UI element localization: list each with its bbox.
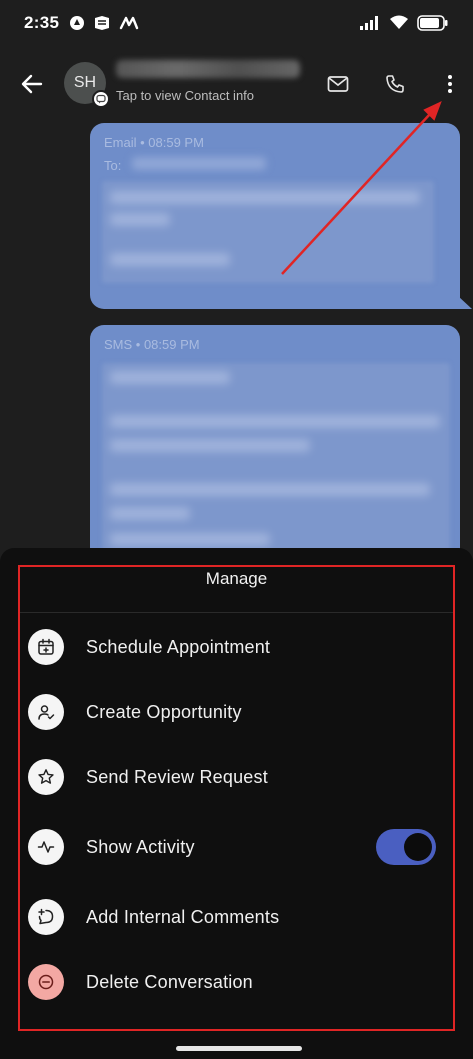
kebab-menu-icon — [448, 75, 452, 93]
show-activity-toggle[interactable] — [376, 829, 436, 865]
menu-label: Create Opportunity — [86, 702, 242, 722]
m-app-icon — [120, 16, 139, 30]
chat-badge-icon — [92, 90, 110, 108]
comment-plus-icon — [28, 899, 64, 935]
back-button[interactable] — [18, 70, 46, 98]
menu-item-create-opportunity[interactable]: Create Opportunity — [20, 687, 453, 737]
email-button[interactable] — [324, 70, 352, 98]
contact-avatar[interactable]: SH — [64, 62, 110, 108]
menu-label: Schedule Appointment — [86, 637, 271, 657]
email-recipient-redacted — [132, 157, 266, 170]
menu-label: Send Review Request — [86, 767, 268, 787]
email-message-bubble[interactable]: Email • 08:59 PM To: — [90, 123, 460, 309]
signal-icon — [360, 16, 378, 30]
avatar-initials: SH — [73, 74, 97, 91]
call-button[interactable] — [381, 70, 409, 98]
conversation-header: SH Tap to view Contact info — [0, 56, 473, 112]
menu-label: Delete Conversation — [86, 972, 253, 992]
email-to-label: To: — [104, 158, 122, 173]
sms-body-redacted — [102, 363, 450, 563]
minus-circle-icon — [28, 964, 64, 1000]
phone-icon — [386, 75, 404, 93]
email-bubble-tail — [458, 296, 472, 309]
calendar-plus-icon — [28, 629, 64, 665]
email-body-redacted — [102, 181, 434, 283]
status-bar: 2:35 — [0, 0, 473, 46]
contact-name-redacted[interactable] — [116, 60, 300, 78]
menu-item-schedule-appointment[interactable]: Schedule Appointment — [20, 622, 453, 672]
email-message-meta: Email • 08:59 PM — [104, 135, 204, 150]
star-icon — [28, 759, 64, 795]
toggle-knob — [404, 833, 432, 861]
wifi-icon — [390, 15, 408, 29]
status-app-icons — [69, 15, 139, 31]
notification-app-icon — [70, 16, 85, 30]
activity-icon — [28, 829, 64, 865]
menu-item-send-review-request[interactable]: Send Review Request — [20, 752, 453, 802]
home-indicator[interactable] — [176, 1046, 302, 1051]
sheet-title: Manage — [205, 569, 268, 588]
user-check-icon — [28, 694, 64, 730]
sms-message-bubble[interactable]: SMS • 08:59 PM — [90, 325, 460, 585]
contact-info-hint[interactable]: Tap to view Contact info — [116, 88, 254, 103]
menu-label: Show Activity — [86, 837, 195, 857]
arrow-left-icon — [21, 74, 43, 94]
dropbox-app-icon — [95, 16, 110, 30]
more-options-button[interactable] — [436, 70, 464, 98]
battery-icon — [417, 15, 448, 31]
menu-item-add-internal-comments[interactable]: Add Internal Comments — [20, 892, 453, 942]
status-time: 2:35 — [24, 13, 60, 32]
menu-label: Add Internal Comments — [86, 907, 280, 927]
menu-item-delete-conversation[interactable]: Delete Conversation — [20, 957, 453, 1007]
mail-icon — [327, 76, 349, 92]
status-indicators — [359, 15, 449, 31]
sms-message-meta: SMS • 08:59 PM — [104, 337, 200, 352]
sheet-divider — [20, 612, 453, 613]
screen: 2:35 SH Tap to view Contact info Email •… — [0, 0, 473, 1059]
